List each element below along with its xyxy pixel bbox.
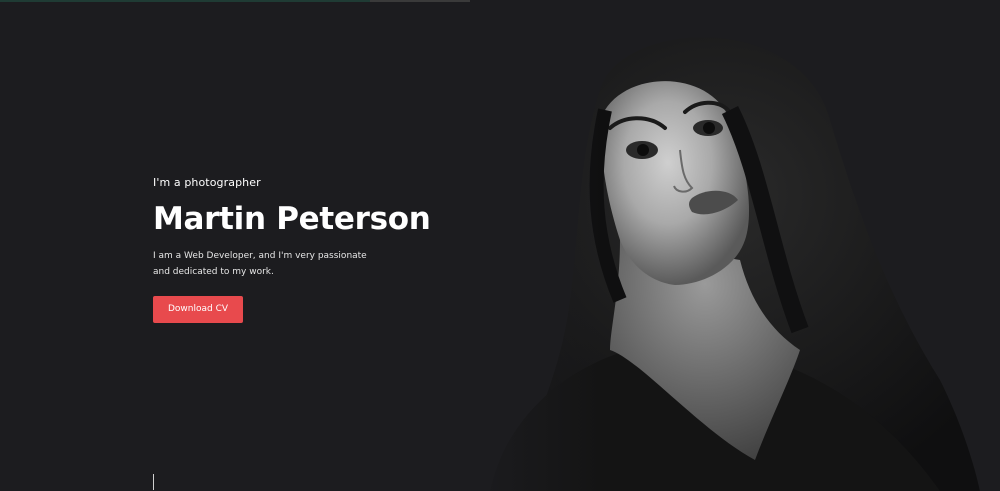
- hero-intro: I am a Web Developer, and I'm very passi…: [153, 251, 367, 278]
- hero-page: I'm a photographer Martin Peterson I am …: [0, 0, 1000, 491]
- hero-subtitle: I'm a photographer: [153, 176, 261, 189]
- portrait-photo: [470, 0, 1000, 491]
- hero-name: Martin Peterson: [153, 201, 431, 237]
- scroll-indicator: [153, 474, 154, 490]
- hero-content: I'm a photographer Martin Peterson I am …: [153, 176, 473, 324]
- download-cv-button[interactable]: Download CV: [153, 296, 243, 324]
